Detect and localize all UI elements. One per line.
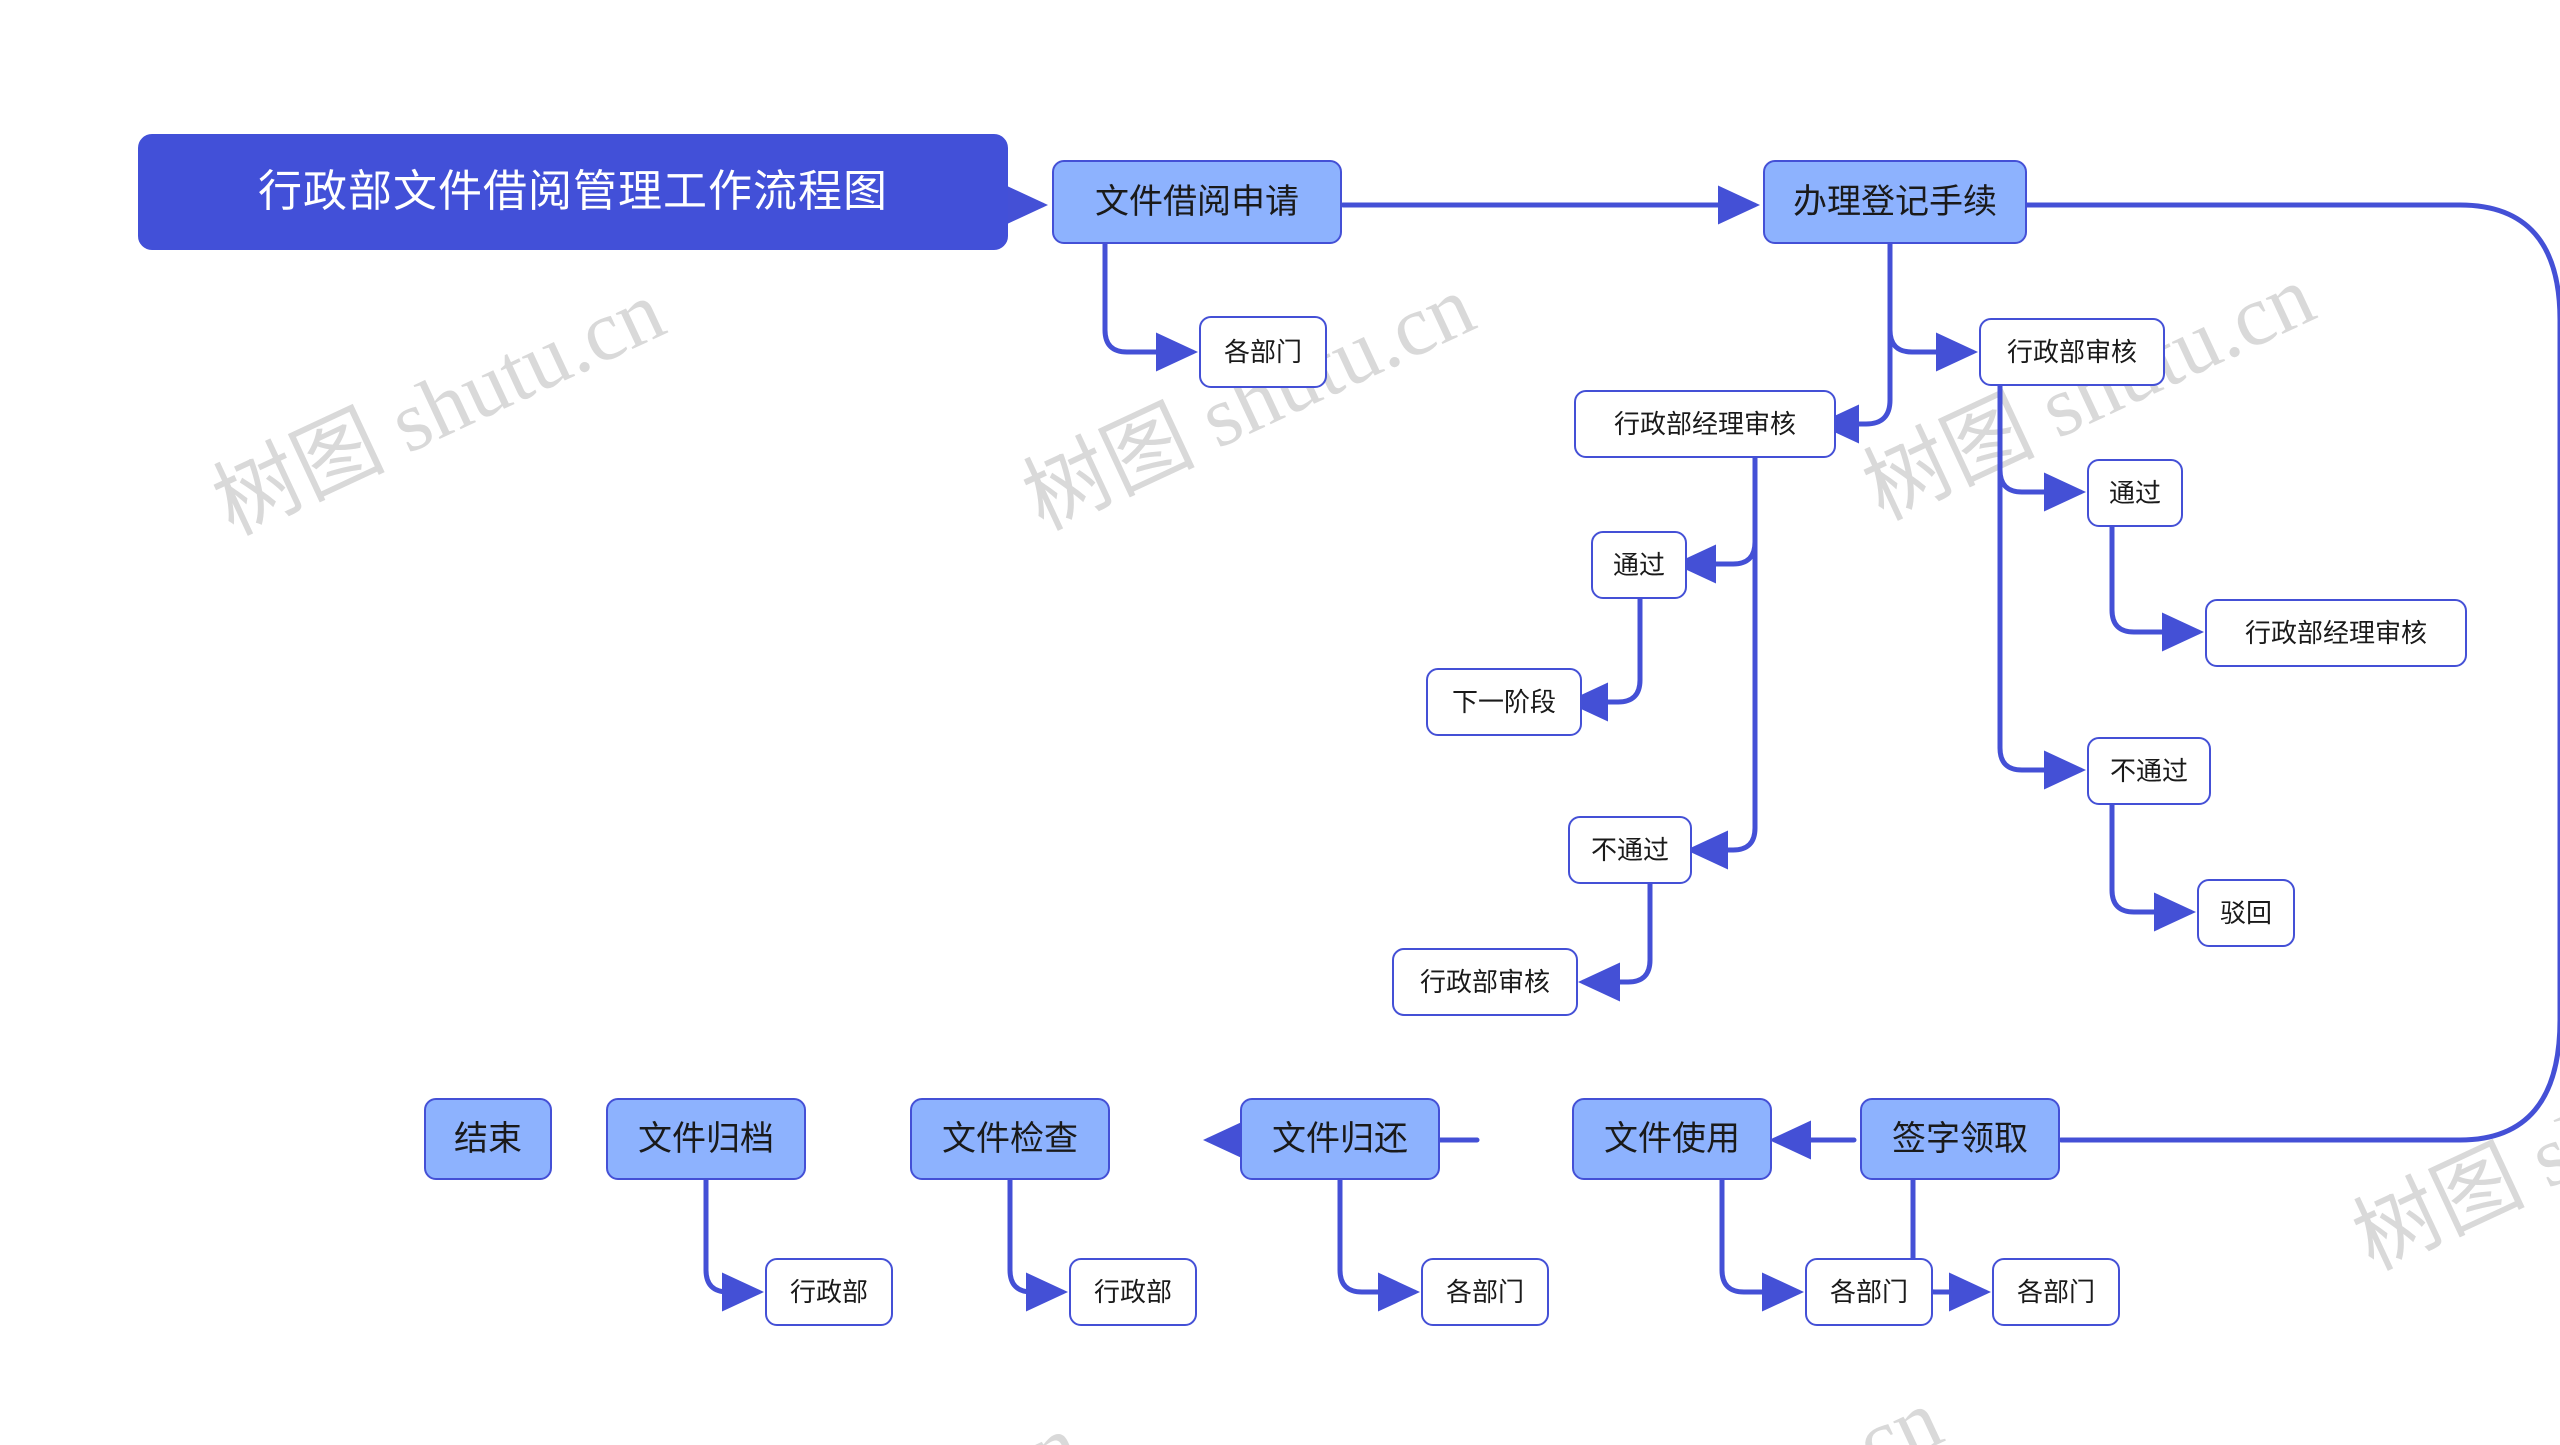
node-file-usage[interactable]: 文件使用 xyxy=(1572,1098,1772,1180)
node-inspection-admin-dept[interactable]: 行政部 xyxy=(1069,1258,1197,1326)
node-file-return[interactable]: 文件归还 xyxy=(1240,1098,1440,1180)
node-admin-dept-review-left[interactable]: 行政部审核 xyxy=(1392,948,1578,1016)
node-title[interactable]: 行政部文件借阅管理工作流程图 xyxy=(138,134,1008,250)
node-layer: 行政部文件借阅管理工作流程图 文件借阅申请 各部门 办理登记手续 行政部审核 通… xyxy=(0,0,2560,1445)
node-file-borrow-application[interactable]: 文件借阅申请 xyxy=(1052,160,1342,244)
node-pass-left[interactable]: 通过 xyxy=(1591,531,1687,599)
node-next-stage[interactable]: 下一阶段 xyxy=(1426,668,1582,736)
node-admin-manager-review-left[interactable]: 行政部经理审核 xyxy=(1574,390,1836,458)
node-end[interactable]: 结束 xyxy=(424,1098,552,1180)
node-archiving-admin-dept[interactable]: 行政部 xyxy=(765,1258,893,1326)
node-file-archiving[interactable]: 文件归档 xyxy=(606,1098,806,1180)
node-pass-right[interactable]: 通过 xyxy=(2087,459,2183,527)
node-sign-and-receive[interactable]: 签字领取 xyxy=(1860,1098,2060,1180)
node-return-departments[interactable]: 各部门 xyxy=(1421,1258,1549,1326)
node-admin-dept-review-right[interactable]: 行政部审核 xyxy=(1979,318,2165,386)
node-reject[interactable]: 驳回 xyxy=(2197,879,2295,947)
node-sign-departments[interactable]: 各部门 xyxy=(1992,1258,2120,1326)
node-apply-departments[interactable]: 各部门 xyxy=(1199,316,1327,388)
node-fail-left[interactable]: 不通过 xyxy=(1568,816,1692,884)
node-fail-right[interactable]: 不通过 xyxy=(2087,737,2211,805)
node-file-inspection[interactable]: 文件检查 xyxy=(910,1098,1110,1180)
node-admin-manager-review-right[interactable]: 行政部经理审核 xyxy=(2205,599,2467,667)
node-registration-procedure[interactable]: 办理登记手续 xyxy=(1763,160,2027,244)
node-usage-departments[interactable]: 各部门 xyxy=(1805,1258,1933,1326)
